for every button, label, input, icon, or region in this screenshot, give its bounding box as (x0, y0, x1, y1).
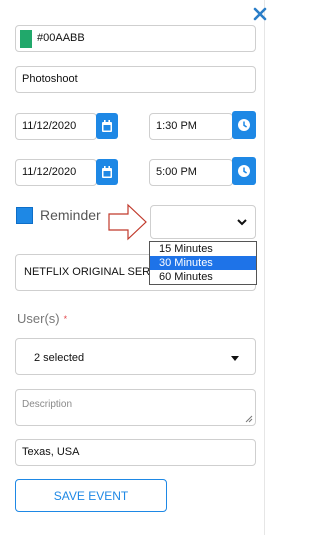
end-time-field[interactable]: 5:00 PM (149, 159, 233, 186)
calendar-value: NETFLIX ORIGINAL SERIES (24, 266, 168, 278)
resize-grip-icon[interactable] (245, 415, 253, 423)
color-value: #00AABB (37, 32, 85, 44)
location-field[interactable]: Texas, USA (15, 439, 256, 466)
start-date-field[interactable]: 11/12/2020 (15, 113, 97, 140)
title-field[interactable]: Photoshoot (15, 66, 256, 93)
calendar-icon (102, 120, 112, 132)
color-swatch (20, 29, 32, 48)
title-value: Photoshoot (22, 73, 78, 85)
clock-icon (238, 165, 250, 177)
end-date-value: 11/12/2020 (22, 166, 77, 178)
users-select[interactable]: 2 selected (15, 338, 256, 375)
clock-icon (238, 119, 250, 131)
end-time-value: 5:00 PM (156, 166, 197, 178)
required-mark: * (63, 314, 68, 324)
end-date-picker-button[interactable] (96, 159, 118, 185)
description-field[interactable]: Description (15, 389, 256, 426)
start-time-value: 1:30 PM (156, 120, 197, 132)
reminder-option: 15 Minutes (159, 243, 213, 255)
reminder-label: Reminder (40, 207, 101, 223)
event-form-panel: #00AABB Photoshoot 11/12/2020 1:30 PM 11… (0, 0, 268, 535)
users-label-text: User(s) (17, 311, 60, 326)
users-label: User(s) * (17, 311, 67, 326)
reminder-select[interactable] (150, 205, 256, 239)
end-time-picker-button[interactable] (232, 157, 256, 185)
color-field[interactable]: #00AABB (15, 25, 256, 52)
reminder-checkbox[interactable] (16, 207, 33, 224)
caret-down-icon (231, 356, 239, 361)
save-event-button[interactable]: SAVE EVENT (15, 479, 167, 512)
location-value: Texas, USA (22, 446, 80, 458)
calendar-icon (102, 166, 112, 178)
arrow-right-icon (108, 203, 147, 241)
reminder-dropdown-overlay: 15 Minutes 30 Minutes 60 Minutes (149, 241, 257, 285)
end-date-field[interactable]: 11/12/2020 (15, 159, 97, 186)
chevron-down-icon (237, 219, 247, 226)
description-placeholder: Description (22, 399, 73, 410)
start-time-field[interactable]: 1:30 PM (149, 113, 233, 140)
users-selected-value: 2 selected (34, 352, 85, 364)
start-time-picker-button[interactable] (232, 111, 256, 139)
reminder-option-highlighted: 30 Minutes (150, 256, 256, 270)
start-date-picker-button[interactable] (96, 113, 118, 139)
reminder-option: 60 Minutes (159, 271, 213, 283)
close-icon[interactable] (252, 6, 268, 22)
start-date-value: 11/12/2020 (22, 120, 77, 132)
